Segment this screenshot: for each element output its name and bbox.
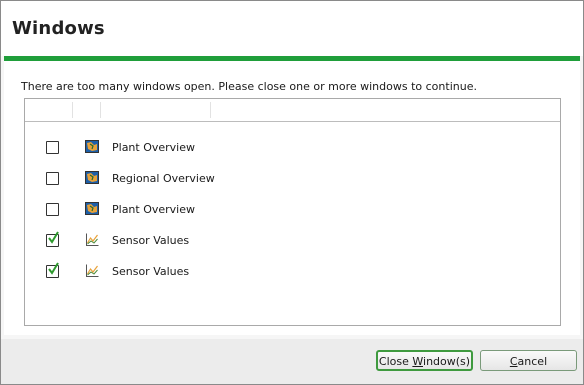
- dialog-content: There are too many windows open. Please …: [4, 61, 580, 335]
- checkmark-icon: [48, 262, 59, 275]
- list-item[interactable]: Regional Overview: [25, 163, 560, 194]
- window-name: Plant Overview: [112, 141, 195, 154]
- row-checkbox[interactable]: [46, 203, 59, 216]
- windows-dialog: Windows There are too many windows open.…: [0, 0, 584, 385]
- dialog-title: Windows: [12, 18, 105, 39]
- map-icon: [85, 140, 99, 153]
- header-separator: [210, 102, 211, 118]
- cancel-button-mnemonic: C: [509, 355, 518, 368]
- button-bar: Close Window(s) Cancel: [1, 339, 583, 384]
- row-checkbox[interactable]: [46, 172, 59, 185]
- cancel-button[interactable]: Cancel: [480, 350, 577, 371]
- windows-list[interactable]: Plant Overview Regional Overview Plant O…: [24, 98, 561, 326]
- list-header: [25, 99, 560, 122]
- checkmark-icon: [48, 231, 59, 244]
- close-windows-button[interactable]: Close Window(s): [376, 350, 473, 371]
- window-name: Regional Overview: [112, 172, 215, 185]
- title-bar: Windows: [1, 1, 583, 56]
- list-item[interactable]: Plant Overview: [25, 132, 560, 163]
- list-item[interactable]: Sensor Values: [25, 225, 560, 256]
- list-item[interactable]: Sensor Values: [25, 256, 560, 287]
- message-text: There are too many windows open. Please …: [21, 80, 477, 93]
- window-name: Sensor Values: [112, 234, 190, 247]
- cancel-button-text-rest: ancel: [517, 355, 548, 368]
- chart-icon: [86, 233, 99, 246]
- header-separator: [72, 102, 73, 118]
- row-checkbox[interactable]: [46, 141, 59, 154]
- header-separator: [100, 102, 101, 118]
- map-icon: [85, 202, 99, 215]
- row-checkbox[interactable]: [46, 231, 59, 247]
- window-name: Plant Overview: [112, 203, 195, 216]
- row-checkbox[interactable]: [46, 262, 59, 278]
- map-icon: [85, 171, 99, 184]
- chart-icon: [86, 264, 99, 277]
- close-button-mnemonic: W: [412, 355, 424, 368]
- close-button-text-rest: indow(s): [423, 355, 471, 368]
- window-name: Sensor Values: [112, 265, 190, 278]
- close-button-text: Close: [378, 355, 413, 368]
- list-item[interactable]: Plant Overview: [25, 194, 560, 225]
